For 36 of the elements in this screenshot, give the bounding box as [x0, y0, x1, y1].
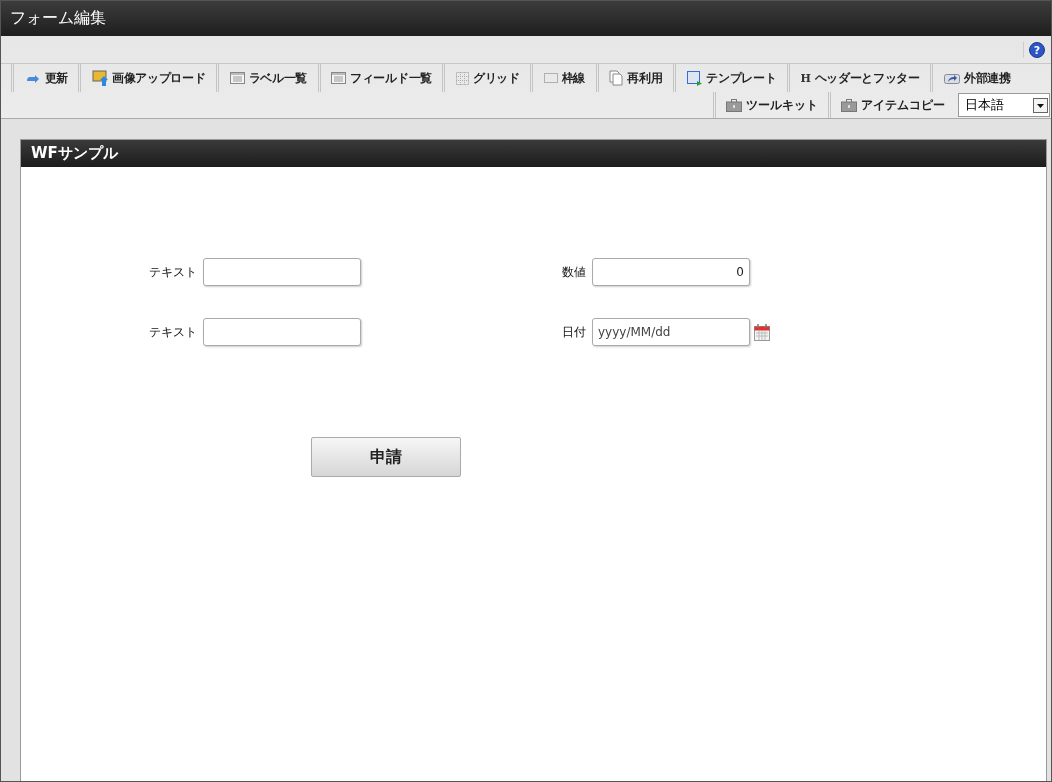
toolbar-tab[interactable]: フィールド一覧	[317, 64, 443, 92]
grid-icon	[455, 71, 469, 85]
window-title: フォーム編集	[10, 8, 106, 29]
language-dropdown[interactable]: 日本語	[958, 93, 1050, 117]
arrow-icon	[24, 72, 41, 84]
toolbar-tab[interactable]: 更新	[11, 64, 79, 92]
field-label: テキスト	[149, 263, 197, 281]
toolbox-icon	[726, 98, 742, 112]
toolbox-icon	[841, 98, 857, 112]
pages-icon	[609, 70, 624, 86]
toolbar-tab[interactable]: ラベル一覧	[216, 64, 318, 92]
toolbar-tab[interactable]: アイテムコピー	[828, 92, 955, 118]
text-field[interactable]	[203, 258, 361, 286]
toolbar-tab[interactable]: グリッド	[442, 64, 531, 92]
calendar-icon[interactable]	[754, 323, 770, 341]
field-label: 数値	[562, 263, 586, 281]
toolbar-tab[interactable]: 枠線	[530, 64, 596, 92]
image-upload-icon	[91, 70, 108, 86]
toolbar-tab[interactable]: ツールキット	[713, 92, 828, 118]
field-label: 日付	[562, 323, 586, 341]
list-icon	[331, 72, 347, 84]
form-title: WFサンプル	[31, 144, 118, 163]
toolbar-tab[interactable]: テンプレート	[672, 64, 787, 92]
toolbar-tab[interactable]: 再利用	[595, 64, 673, 92]
submit-button[interactable]: 申請	[311, 437, 461, 477]
text-field[interactable]	[203, 318, 361, 346]
field-label: テキスト	[149, 323, 197, 341]
toolbar-tab[interactable]: H ヘッダーとフッター	[786, 64, 931, 92]
toolbar-tab[interactable]: 画像アップロード	[78, 64, 216, 92]
number-field[interactable]: 0	[592, 258, 750, 286]
list-icon	[229, 72, 245, 84]
template-icon	[686, 70, 703, 86]
letter-h-icon: H	[800, 71, 811, 85]
caret-icon	[1033, 97, 1048, 113]
date-field[interactable]: yyyy/MM/dd	[592, 318, 750, 346]
dotted-frame-icon	[543, 73, 558, 83]
